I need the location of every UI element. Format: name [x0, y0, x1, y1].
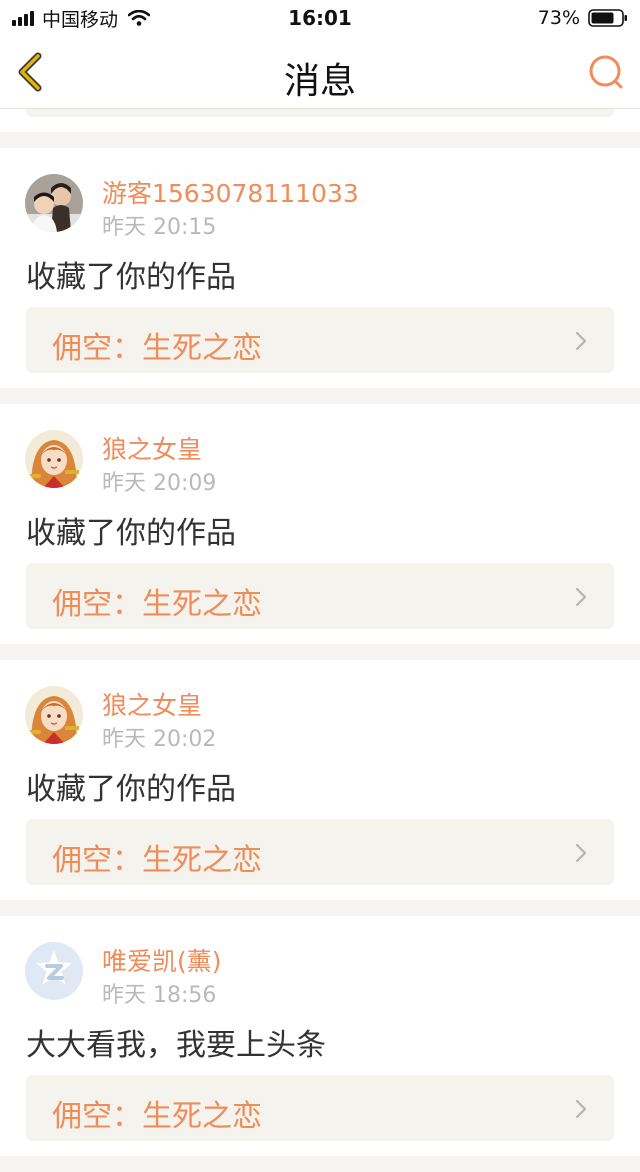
previous-card-stub	[0, 109, 640, 132]
username[interactable]: 唯爱凯(薰)	[102, 942, 222, 978]
search-icon	[589, 55, 623, 89]
previous-work-link-stub	[26, 109, 614, 117]
message-time: 昨天 20:02	[102, 727, 217, 752]
action-text: 收藏了你的作品	[26, 772, 236, 807]
chevron-right-icon	[575, 1099, 587, 1119]
message-time: 昨天 20:09	[102, 471, 217, 496]
user-photo-icon	[25, 174, 83, 232]
status-right: 73%	[538, 6, 628, 30]
message-item: 游客1563078111033 昨天 20:15 收藏了你的作品 佣空：生死之恋	[0, 148, 640, 388]
avatar[interactable]	[25, 430, 83, 488]
work-title: 佣空：生死之恋	[52, 331, 262, 366]
anime-avatar-icon	[25, 686, 83, 744]
message-item: 狼之女皇 昨天 20:02 收藏了你的作品 佣空：生死之恋	[0, 660, 640, 900]
username[interactable]: 游客1563078111033	[102, 174, 359, 210]
search-button[interactable]	[586, 52, 626, 92]
message-time: 昨天 18:56	[102, 983, 217, 1008]
work-link[interactable]: 佣空：生死之恋	[26, 819, 614, 885]
status-bar: 中国移动 16:01 73%	[0, 0, 640, 36]
work-link[interactable]: 佣空：生死之恋	[26, 563, 614, 629]
work-title: 佣空：生死之恋	[52, 1099, 262, 1134]
action-text: 收藏了你的作品	[26, 516, 236, 551]
work-link[interactable]: 佣空：生死之恋	[26, 1075, 614, 1141]
anime-avatar-icon	[25, 430, 83, 488]
action-text: 大大看我，我要上头条	[26, 1028, 326, 1063]
chevron-right-icon	[575, 331, 587, 351]
message-time: 昨天 20:15	[102, 215, 217, 240]
chevron-right-icon	[575, 843, 587, 863]
avatar[interactable]	[25, 174, 83, 232]
message-feed: 游客1563078111033 昨天 20:15 收藏了你的作品 佣空：生死之恋	[0, 148, 640, 1172]
chevron-right-icon	[575, 587, 587, 607]
username[interactable]: 狼之女皇	[102, 430, 202, 466]
nav-bar: 消息	[0, 36, 640, 109]
work-link[interactable]: 佣空：生死之恋	[26, 307, 614, 373]
avatar[interactable]	[25, 942, 83, 1000]
action-text: 收藏了你的作品	[26, 260, 236, 295]
default-avatar-icon	[25, 942, 83, 1000]
username[interactable]: 狼之女皇	[102, 686, 202, 722]
work-title: 佣空：生死之恋	[52, 843, 262, 878]
battery-icon	[588, 9, 627, 27]
work-title: 佣空：生死之恋	[52, 587, 262, 622]
page-title: 消息	[283, 61, 356, 102]
battery-percent: 73%	[537, 7, 580, 29]
message-item: 唯爱凯(薰) 昨天 18:56 大大看我，我要上头条 佣空：生死之恋	[0, 916, 640, 1156]
avatar[interactable]	[25, 686, 83, 744]
message-item: 狼之女皇 昨天 20:09 收藏了你的作品 佣空：生死之恋	[0, 404, 640, 644]
